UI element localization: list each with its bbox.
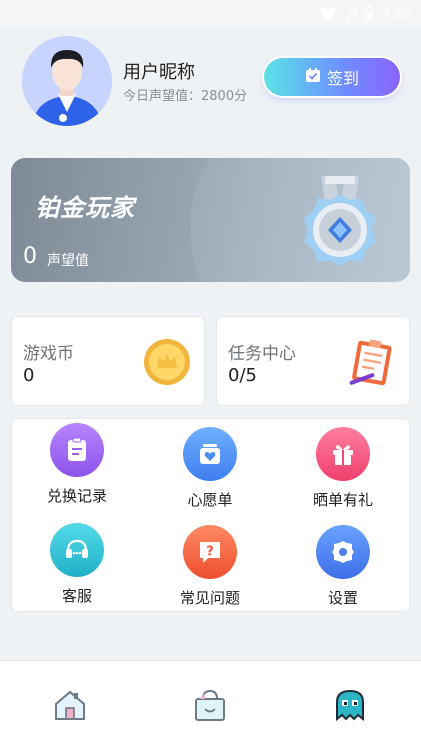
rank-card[interactable]: 铂金玩家 0 声望值 (11, 158, 410, 282)
nav-profile[interactable] (332, 687, 368, 727)
menu-item-exchange-record[interactable]: 兑换记录 (17, 423, 137, 506)
menu-label: 晒单有礼 (312, 491, 373, 509)
wishlist-icon (183, 427, 237, 481)
exchange-record-icon (50, 423, 104, 477)
menu-panel: 兑换记录 心愿单 晒单有礼 客服 ? 常见问题 设置 (11, 418, 410, 612)
svg-text:?: ? (206, 545, 214, 560)
clipboard-task-icon (347, 337, 397, 391)
coin-icon (142, 337, 192, 391)
checkin-label: 签到 (326, 69, 359, 88)
task-center-card[interactable]: 任务中心 0/5 (216, 316, 410, 406)
user-nickname: 用户昵称 (123, 62, 195, 83)
signal-icon (344, 7, 357, 21)
status-time: 7:35 (381, 5, 411, 23)
menu-label: 常见问题 (179, 589, 240, 607)
menu-item-faq[interactable]: ? 常见问题 (150, 525, 270, 608)
menu-label: 客服 (61, 587, 92, 605)
bottom-nav (0, 660, 421, 750)
task-center-value: 0/5 (228, 365, 257, 386)
menu-label: 兑换记录 (46, 487, 107, 505)
task-center-label: 任务中心 (228, 344, 296, 364)
today-reputation: 今日声望值：2800分 (123, 89, 248, 104)
menu-item-customer-service[interactable]: 客服 (17, 523, 137, 606)
customer-service-icon (50, 523, 104, 577)
menu-label: 设置 (327, 589, 358, 607)
menu-item-settings[interactable]: 设置 (283, 525, 403, 608)
checkin-icon (305, 67, 321, 87)
menu-item-share-gift[interactable]: 晒单有礼 (283, 427, 403, 510)
ghost-icon (332, 689, 368, 727)
gift-icon (316, 427, 370, 481)
game-coins-value: 0 (23, 365, 35, 386)
nav-home[interactable] (52, 687, 88, 727)
platinum-medal-icon (285, 172, 395, 276)
menu-item-wishlist[interactable]: 心愿单 (150, 427, 270, 510)
game-coins-card[interactable]: 游戏币 0 (11, 316, 205, 406)
nav-shop[interactable] (192, 687, 228, 727)
game-coins-label: 游戏币 (23, 344, 74, 364)
menu-label: 心愿单 (187, 491, 233, 509)
checkin-button[interactable]: 签到 (264, 58, 400, 96)
home-icon (52, 690, 88, 727)
battery-icon (364, 6, 374, 22)
rank-title: 铂金玩家 (35, 194, 135, 222)
profile-header: 用户昵称 今日声望值：2800分 签到 (22, 36, 402, 126)
faq-icon: ? (183, 525, 237, 579)
reputation-points-label: 声望值 (47, 253, 89, 269)
wifi-icon (318, 7, 337, 21)
status-bar: 7:35 (0, 0, 421, 28)
settings-icon (316, 525, 370, 579)
reputation-points: 0 (23, 244, 37, 269)
shopping-bag-icon (192, 689, 228, 727)
user-avatar[interactable] (22, 36, 112, 126)
